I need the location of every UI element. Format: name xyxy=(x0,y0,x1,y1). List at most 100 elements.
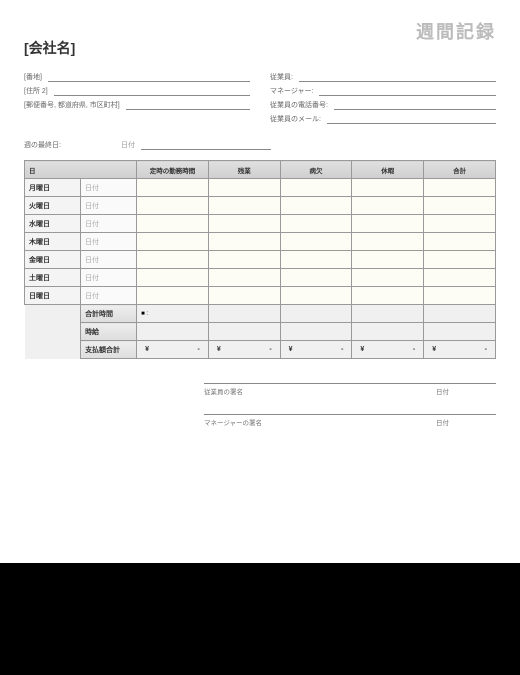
address-block: [番地] [住所 2] [郵便番号, 都道府県, 市区町村] xyxy=(24,72,250,128)
regular-cell xyxy=(137,233,209,251)
regular-cell xyxy=(137,215,209,233)
overtime-cell xyxy=(208,233,280,251)
col-overtime: 残業 xyxy=(208,161,280,179)
sick-cell xyxy=(280,197,352,215)
sick-cell xyxy=(280,233,352,251)
day-cell: 月曜日 xyxy=(25,179,81,197)
overtime-cell xyxy=(208,269,280,287)
total-hours-label: 合計時間 xyxy=(81,305,137,323)
email-line xyxy=(327,114,496,124)
header-fields: [番地] [住所 2] [郵便番号, 都道府県, 市区町村] 従業員: マネージ… xyxy=(24,72,496,128)
vacation-cell xyxy=(352,215,424,233)
emp-line xyxy=(299,72,496,82)
total-cell xyxy=(424,233,496,251)
weekend-date-label: 日付 xyxy=(121,140,135,150)
timesheet-body: 月曜日日付火曜日日付水曜日日付木曜日日付金曜日日付土曜日日付日曜日日付 xyxy=(25,179,496,305)
table-row: 月曜日日付 xyxy=(25,179,496,197)
d3: - xyxy=(341,346,343,353)
overtime-cell xyxy=(208,197,280,215)
tag-mark: ■ : xyxy=(141,311,148,317)
sick-cell xyxy=(280,179,352,197)
day-cell: 日曜日 xyxy=(25,287,81,305)
emp-sig-line: 従業員の署名 日付 xyxy=(204,383,496,396)
addr2-line xyxy=(54,86,250,96)
weekend-line xyxy=(141,140,271,150)
addr1: [番地] xyxy=(24,72,42,82)
timesheet-page: 週間記録 [会社名] [番地] [住所 2] [郵便番号, 都道府県, 市区町村… xyxy=(0,0,520,427)
d2: - xyxy=(269,346,271,353)
date-cell: 日付 xyxy=(81,233,137,251)
date-cell: 日付 xyxy=(81,287,137,305)
vacation-cell xyxy=(352,269,424,287)
mgr-line xyxy=(319,86,496,96)
day-cell: 金曜日 xyxy=(25,251,81,269)
regular-cell xyxy=(137,197,209,215)
signature-block: 従業員の署名 日付 マネージャーの署名 日付 xyxy=(24,383,496,427)
date-cell: 日付 xyxy=(81,215,137,233)
emp-label: 従業員: xyxy=(270,72,293,82)
date-cell: 日付 xyxy=(81,269,137,287)
col-regular: 定時の勤務時間 xyxy=(137,161,209,179)
total-cell xyxy=(424,251,496,269)
cur1: ¥ xyxy=(145,346,149,353)
vacation-cell xyxy=(352,233,424,251)
d5: - xyxy=(485,346,487,353)
day-cell: 木曜日 xyxy=(25,233,81,251)
overtime-cell xyxy=(208,287,280,305)
emp-sig-date: 日付 xyxy=(436,386,496,396)
addr1-line xyxy=(48,72,250,82)
email-label: 従業員のメール: xyxy=(270,114,321,124)
vacation-cell xyxy=(352,287,424,305)
table-row: 金曜日日付 xyxy=(25,251,496,269)
addr3: [郵便番号, 都道府県, 市区町村] xyxy=(24,100,120,110)
overtime-cell xyxy=(208,215,280,233)
col-sick: 病欠 xyxy=(280,161,352,179)
vacation-cell xyxy=(352,197,424,215)
regular-cell xyxy=(137,269,209,287)
timesheet-table: 日 定時の勤務時間 残業 病欠 休暇 合計 月曜日日付火曜日日付水曜日日付木曜日… xyxy=(24,160,496,359)
table-row: 木曜日日付 xyxy=(25,233,496,251)
cur3: ¥ xyxy=(289,346,293,353)
mgr-sig-date: 日付 xyxy=(436,417,496,427)
table-row: 日曜日日付 xyxy=(25,287,496,305)
phone-line xyxy=(334,100,496,110)
table-row: 水曜日日付 xyxy=(25,215,496,233)
total-cell xyxy=(424,269,496,287)
addr2: [住所 2] xyxy=(24,86,48,96)
weekend-label: 週の最終日: xyxy=(24,140,61,150)
regular-cell xyxy=(137,251,209,269)
sick-cell xyxy=(280,251,352,269)
mgr-sig-line: マネージャーの署名 日付 xyxy=(204,414,496,427)
rate-row: 時給 xyxy=(25,323,496,341)
sick-cell xyxy=(280,269,352,287)
date-cell: 日付 xyxy=(81,197,137,215)
table-row: 火曜日日付 xyxy=(25,197,496,215)
employee-block: 従業員: マネージャー: 従業員の電話番号: 従業員のメール: xyxy=(270,72,496,128)
d1: - xyxy=(198,346,200,353)
phone-label: 従業員の電話番号: xyxy=(270,100,328,110)
total-cell xyxy=(424,287,496,305)
sick-cell xyxy=(280,287,352,305)
addr3-line xyxy=(126,100,250,110)
cur4: ¥ xyxy=(360,346,364,353)
cur5: ¥ xyxy=(432,346,436,353)
col-vacation: 休暇 xyxy=(352,161,424,179)
total-cell xyxy=(424,197,496,215)
date-cell: 日付 xyxy=(81,251,137,269)
total-pay-label: 支払額合計 xyxy=(81,341,137,359)
regular-cell xyxy=(137,287,209,305)
day-cell: 土曜日 xyxy=(25,269,81,287)
day-cell: 水曜日 xyxy=(25,215,81,233)
sick-cell xyxy=(280,215,352,233)
date-cell: 日付 xyxy=(81,179,137,197)
cur2: ¥ xyxy=(217,346,221,353)
vacation-cell xyxy=(352,179,424,197)
overtime-cell xyxy=(208,251,280,269)
total-hours-row: 合計時間 ■ : xyxy=(25,305,496,323)
col-total: 合計 xyxy=(424,161,496,179)
emp-sig-label: 従業員の署名 xyxy=(204,386,436,396)
page-title: 週間記録 xyxy=(416,18,496,44)
day-cell: 火曜日 xyxy=(25,197,81,215)
d4: - xyxy=(413,346,415,353)
total-pay-row: 支払額合計 ¥ - ¥ - ¥ - ¥ - ¥ - xyxy=(25,341,496,359)
